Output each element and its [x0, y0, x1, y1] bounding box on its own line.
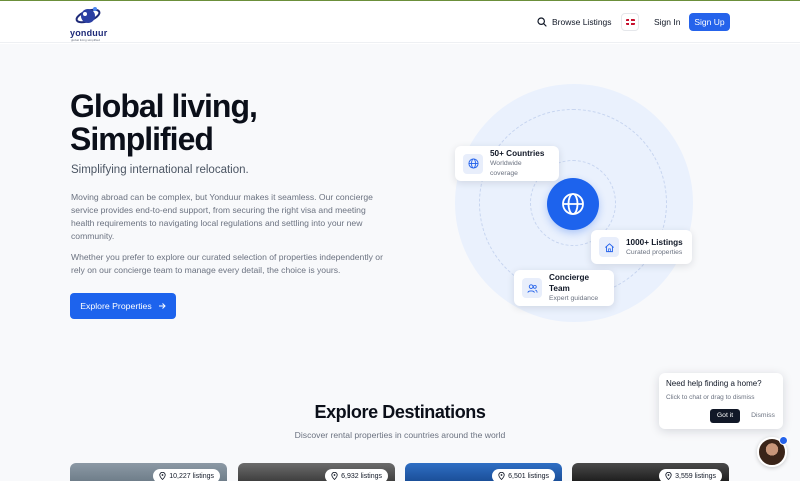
sign-in-link[interactable]: Sign In [654, 13, 680, 31]
map-pin-icon [159, 472, 166, 480]
brand-tagline: global living simplified [71, 38, 101, 42]
language-selector[interactable] [621, 13, 639, 31]
listings-count: 6,932 listings [341, 472, 382, 480]
browse-listings-link[interactable]: Browse Listings [537, 13, 612, 31]
brand-name: yonduur [70, 28, 108, 38]
explore-properties-button[interactable]: Explore Properties [70, 293, 176, 319]
listings-badge: 6,501 listings [492, 469, 555, 481]
hero-subtitle: Simplifying international relocation. [71, 164, 249, 176]
globe-icon [467, 158, 479, 169]
hero-title-line1: Global living, [70, 88, 258, 124]
navbar: yonduur global living simplified Browse … [0, 1, 800, 43]
listings-count: 10,227 listings [169, 472, 214, 480]
listings-badge: 3,559 listings [659, 469, 722, 481]
destination-card-3[interactable]: 6,501 listings [405, 463, 562, 481]
stat-subtitle: Worldwide coverage [490, 160, 522, 177]
destinations-subtitle: Discover rental properties in countries … [294, 430, 506, 440]
brand-logo[interactable]: yonduur global living simplified [70, 5, 108, 42]
listings-badge: 10,227 listings [153, 469, 220, 481]
stat-card-countries: 50+ Countries Worldwide coverage [455, 146, 559, 181]
chat-question: Need help finding a home? [666, 379, 762, 388]
listings-badge: 6,932 listings [325, 469, 388, 481]
stat-title: 1000+ Listings [626, 237, 683, 247]
hero-paragraph-2: Whether you prefer to explore our curate… [71, 252, 383, 275]
listings-count: 6,501 listings [508, 472, 549, 480]
stat-subtitle: Curated properties [626, 248, 683, 256]
users-icon [526, 283, 537, 293]
map-pin-icon [331, 472, 338, 480]
uk-flag-icon [625, 19, 635, 25]
map-pin-icon [665, 472, 672, 480]
arrow-right-icon [158, 303, 166, 309]
stat-subtitle: Expert guidance [549, 295, 599, 302]
dismiss-button[interactable]: Dismiss [748, 409, 778, 423]
sign-up-button[interactable]: Sign Up [689, 13, 730, 31]
stat-card-concierge: Concierge Team Expert guidance [514, 270, 614, 306]
listings-count: 3,559 listings [675, 472, 716, 480]
hero-title-line2: Simplified [70, 121, 214, 157]
chat-hint: Click to chat or drag to dismiss [666, 394, 755, 401]
explore-properties-label: Explore Properties [80, 301, 152, 311]
stat-title: Concierge Team [549, 273, 590, 293]
map-pin-icon [498, 472, 505, 480]
online-status-dot [779, 436, 788, 445]
stat-card-listings: 1000+ Listings Curated properties [591, 230, 692, 264]
search-icon [537, 17, 547, 27]
got-it-button[interactable]: Got it [710, 409, 740, 423]
logo-mark-icon [75, 7, 101, 24]
hero-title: Global living, Simplified [70, 90, 370, 156]
stat-title: 50+ Countries [490, 149, 545, 158]
destination-card-4[interactable]: 3,559 listings [572, 463, 729, 481]
home-icon [604, 242, 614, 252]
browse-listings-label: Browse Listings [552, 17, 612, 27]
chat-prompt-popup[interactable]: Need help finding a home? Click to chat … [659, 373, 783, 429]
globe-icon [562, 193, 584, 215]
hero-paragraph-1: Moving abroad can be complex, but Yonduu… [71, 192, 373, 241]
destination-card-2[interactable]: 6,932 listings [238, 463, 395, 481]
globe-badge [547, 178, 599, 230]
destination-card-1[interactable]: 10,227 listings [70, 463, 227, 481]
